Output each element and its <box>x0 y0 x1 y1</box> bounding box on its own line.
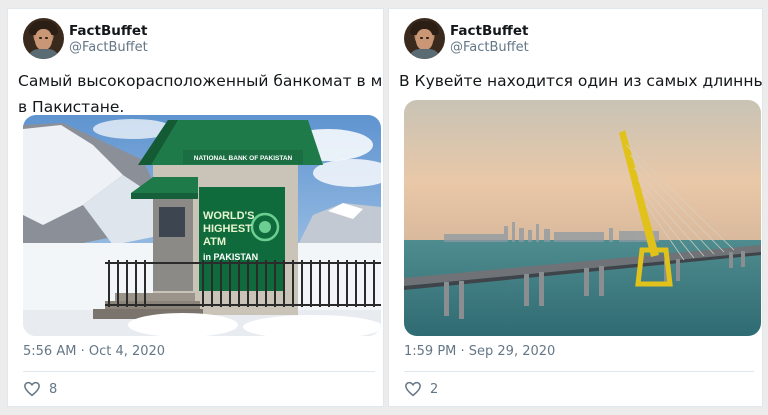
divider <box>23 371 375 372</box>
author-name[interactable]: FactBuffet <box>69 23 147 39</box>
sign-line: WORLD'S <box>203 210 255 222</box>
author-handle[interactable]: @FactBuffet <box>450 40 529 55</box>
tweet-text: Самый высокорасположенный банкомат в мир… <box>18 68 383 120</box>
tweet-timestamp[interactable]: 1:59 PM · Sep 29, 2020 <box>404 344 555 359</box>
tweet-card[interactable]: FactBuffet @FactBuffet Самый высокораспо… <box>7 8 384 407</box>
heart-icon[interactable] <box>404 380 422 398</box>
like-button[interactable]: 8 <box>23 379 57 399</box>
author-name[interactable]: FactBuffet <box>450 23 528 39</box>
tweet-photo-atm[interactable]: NATIONAL BANK OF PAKISTAN WORLD'S HIGHES… <box>23 115 381 336</box>
avatar[interactable] <box>404 18 445 59</box>
divider <box>404 371 754 372</box>
tweet-text-line: Самый высокорасположенный банкомат в мир… <box>18 72 383 90</box>
like-count: 2 <box>430 381 439 397</box>
author-handle[interactable]: @FactBuffet <box>69 40 148 55</box>
like-button[interactable]: 2 <box>404 379 438 399</box>
tweet-text: В Кувейте находится один из самых длинны… <box>399 68 763 94</box>
like-count: 8 <box>49 381 58 397</box>
heart-icon[interactable] <box>23 380 41 398</box>
tweet-photo-bridge[interactable] <box>404 100 761 336</box>
avatar[interactable] <box>23 18 64 59</box>
sign-line: ATM <box>203 236 226 248</box>
tweet-card[interactable]: FactBuffet @FactBuffet В Кувейте находит… <box>388 8 763 407</box>
tweet-text-line: В Кувейте находится один из самых длинны… <box>399 72 763 90</box>
bank-sign-text: NATIONAL BANK OF PAKISTAN <box>194 155 293 162</box>
sign-line: HIGHEST <box>203 223 252 235</box>
tweet-text-line: в Пакистане. <box>18 98 125 116</box>
tweet-timestamp[interactable]: 5:56 AM · Oct 4, 2020 <box>23 344 165 359</box>
